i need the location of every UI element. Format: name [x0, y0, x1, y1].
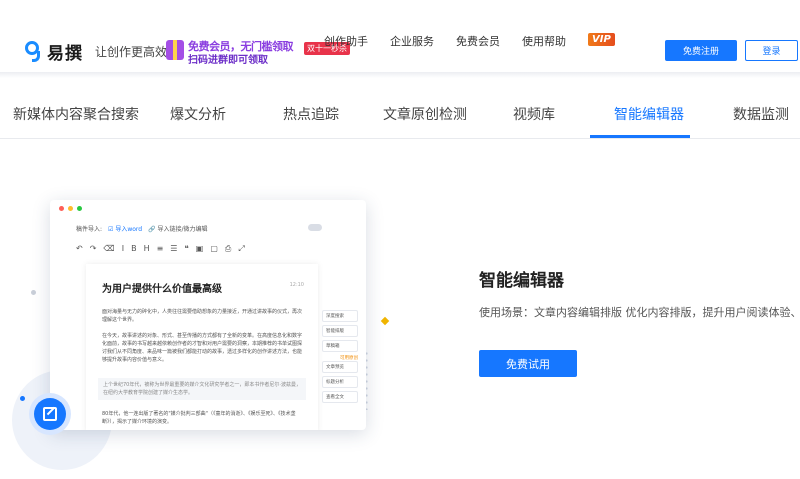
import-word-link: ☑ 导入word: [108, 226, 143, 233]
bold-icon: B: [131, 244, 137, 253]
nav-help[interactable]: 使用帮助: [522, 33, 566, 49]
list-icon: ☰: [170, 244, 178, 253]
side-tool-title-analysis: 标题分析: [322, 376, 358, 388]
tab-smart-editor[interactable]: 智能编辑器: [614, 104, 684, 124]
top-nav: 创作助手 企业服务 免费会员 使用帮助: [324, 33, 566, 49]
login-button[interactable]: 登录: [745, 40, 798, 61]
undo-icon: ↶: [76, 244, 83, 253]
mockup-window-dots: [59, 206, 82, 211]
side-tool-smart-layout: 智能排版: [322, 325, 358, 337]
video-icon: ▢: [210, 244, 218, 253]
tab-hot-tracking[interactable]: 热点追踪: [283, 104, 339, 124]
italic-icon: I: [121, 244, 125, 253]
logo-name: 易撰: [47, 44, 83, 64]
site-logo[interactable]: 易撰 让创作更高效: [24, 39, 167, 64]
fullscreen-icon: ⤢: [238, 244, 245, 253]
promo-banner[interactable]: 免费会员，无门槛领取 扫码进群即可领取 双十一秒杀: [166, 38, 350, 66]
tabs-divider: [0, 138, 800, 139]
nav-creation-assistant[interactable]: 创作助手: [324, 33, 368, 49]
edit-icon: [43, 407, 57, 421]
image-icon: ▣: [195, 244, 204, 253]
heading-icon: H: [143, 244, 150, 253]
side-tool-drafts: 草稿箱: [322, 340, 358, 352]
logo-slogan: 让创作更高效: [95, 45, 168, 59]
site-header: 易撰 让创作更高效 免费会员，无门槛领取 扫码进群即可领取 双十一秒杀 创作助手…: [0, 0, 800, 72]
align-icon: ≡: [156, 244, 164, 253]
side-tool-deep-search: 深度搜索: [322, 310, 358, 322]
document-paragraph: 面对海量与无力的碎化中，人类往往需要借助想象的力量接近，开通过讲故事的仪式，再次…: [102, 309, 303, 323]
logo-icon: [24, 40, 44, 63]
document-paragraph: 80年代，他一连出版了著名的"媒介批判三部曲"（《童年的消逝》、《娱乐至死》、《…: [102, 411, 296, 425]
mockup-import-bar: 稿件导入: ☑ 导入word 🔗 导入链接/微力编辑: [76, 224, 208, 233]
import-label: 稿件导入:: [76, 226, 103, 233]
tab-content-search[interactable]: 新媒体内容聚合搜索: [13, 104, 139, 124]
nav-enterprise-service[interactable]: 企业服务: [390, 33, 434, 49]
decorative-dot: [20, 396, 25, 401]
side-tool-preview: 文章预览: [322, 361, 358, 373]
feature-description: 使用场景：文章内容编辑排版 优化内容排版，提升用户阅读体验、提: [479, 306, 800, 319]
side-tool-full-text: 查看全文: [322, 391, 358, 403]
header-shadow: [0, 72, 800, 78]
decorative-dot: [31, 290, 36, 295]
edit-fab-button[interactable]: [34, 398, 66, 430]
import-link-link: 🔗 导入链接/微力编辑: [148, 226, 208, 233]
quote-icon: ❝: [184, 244, 189, 253]
promo-line2: 扫码进群即可领取: [188, 55, 268, 66]
side-tool-tag: 可用原创: [340, 356, 358, 361]
mockup-side-tools: 深度搜索 智能排版 草稿箱 可用原创 文章预览 标题分析 查看全文: [322, 310, 358, 406]
sparkle-icon: [380, 316, 390, 326]
editor-mockup: 稿件导入: ☑ 导入word 🔗 导入链接/微力编辑 ↶ ↷ ⌫ I B H ≡…: [50, 200, 366, 430]
document-quote: 上个世纪70年代，被称为世界最重要的媒介文化研究学者之一，即本书作者尼尔·波兹曼…: [98, 378, 306, 400]
tab-originality-check[interactable]: 文章原创检测: [383, 104, 467, 124]
vip-badge[interactable]: VIP: [588, 33, 615, 46]
document-title: 为用户提供什么价值最高级: [102, 284, 222, 295]
register-button[interactable]: 免费注册: [665, 40, 737, 61]
feature-title: 智能编辑器: [479, 271, 564, 291]
nav-free-membership[interactable]: 免费会员: [456, 33, 500, 49]
tab-data-monitoring[interactable]: 数据监测: [733, 104, 789, 124]
document-time: 12:10: [289, 282, 304, 288]
mockup-toggle: [308, 224, 322, 231]
eraser-icon: ⌫: [103, 244, 115, 253]
document-paragraph: 在今天，故事讲述的对象、形式、甚至传播的方式都有了全新的变革。在高度信息化和数字…: [102, 333, 303, 363]
redo-icon: ↷: [89, 244, 97, 253]
tab-viral-analysis[interactable]: 爆文分析: [170, 104, 226, 124]
gift-icon: [166, 40, 184, 60]
export-icon: ⎙: [224, 244, 232, 253]
mockup-document: 为用户提供什么价值最高级 12:10 面对海量与无力的碎化中，人类往往需要借助想…: [86, 264, 318, 430]
feature-tabs: 新媒体内容聚合搜索 爆文分析 热点追踪 文章原创检测 视频库 智能编辑器 数据监…: [0, 96, 800, 140]
mockup-toolbar: ↶ ↷ ⌫ I B H ≡ ☰ ❝ ▣ ▢ ⎙ ⤢: [76, 244, 245, 254]
tab-video-library[interactable]: 视频库: [513, 104, 555, 124]
free-trial-button[interactable]: 免费试用: [479, 350, 577, 377]
